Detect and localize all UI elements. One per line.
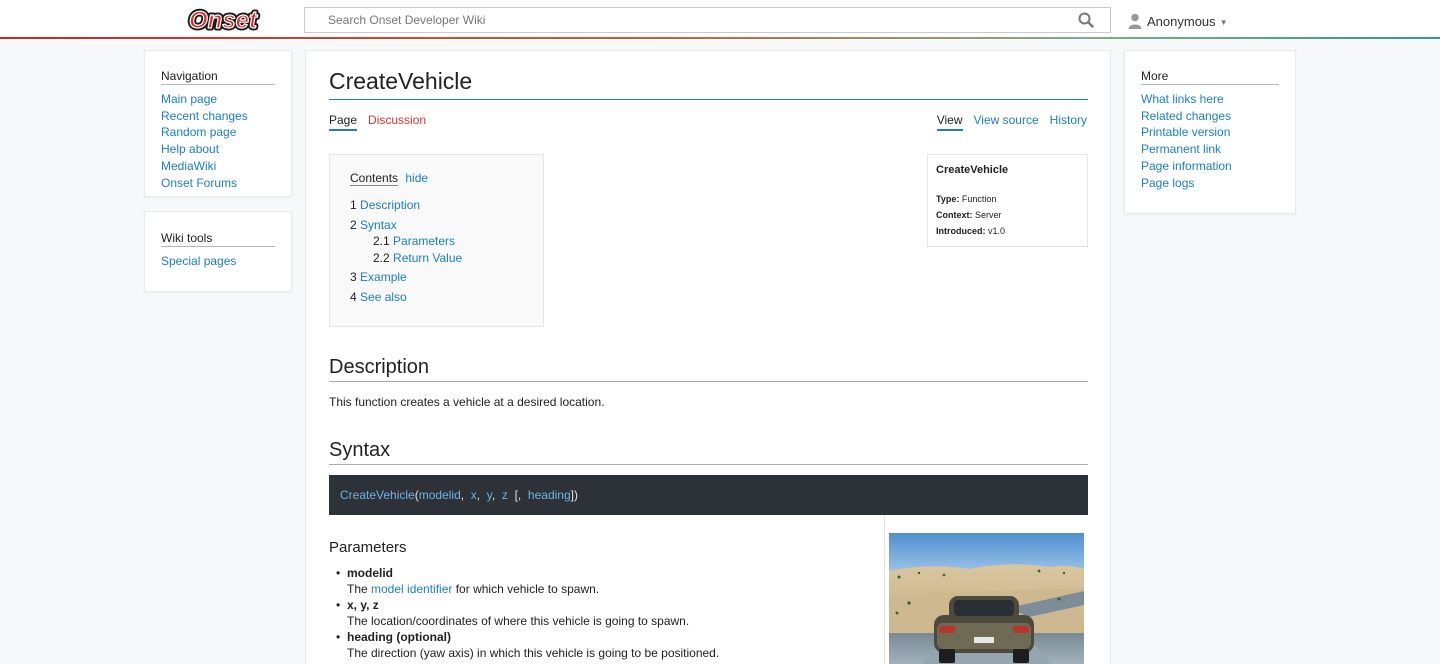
infobox-value: Function — [961, 194, 997, 204]
toc-item[interactable]: 2.1 Parameters — [350, 233, 523, 250]
view-tabs: View View source History — [936, 113, 1087, 131]
user-label: Anonymous — [1147, 13, 1216, 29]
search-input[interactable] — [305, 8, 1065, 32]
tab-history[interactable]: History — [1050, 113, 1087, 131]
nav-link-help[interactable]: Help about MediaWiki — [161, 142, 219, 173]
param-name: modelid — [347, 566, 394, 580]
toc-number: 2.2 — [373, 250, 390, 265]
syntax-heading: Syntax — [329, 439, 1088, 465]
syntax-code-block: CreateVehicle(modelid, x, y, z [, headin… — [329, 475, 1088, 515]
top-header: Onset Onset Anonymous ▼ — [0, 0, 1440, 40]
navigation-panel: Navigation Main page Recent changes Rand… — [144, 50, 292, 197]
infobox-key: Introduced: — [936, 226, 986, 236]
toc-number: 3 — [350, 270, 357, 284]
infobox-row: Type: Function — [936, 191, 1079, 207]
nav-link-random-page[interactable]: Random page — [161, 125, 236, 139]
toc-link-example[interactable]: Example — [360, 270, 407, 284]
code-optional-open: [, — [514, 488, 522, 502]
description-heading: Description — [329, 356, 1088, 382]
wiki-tools-panel: Wiki tools Special pages — [144, 211, 292, 292]
param-name: x, y, z — [347, 598, 379, 612]
parameters-heading: Parameters — [329, 539, 407, 556]
more-link-related-changes[interactable]: Related changes — [1141, 109, 1231, 123]
page-title: CreateVehicle — [329, 68, 1088, 100]
wiki-tools-title: Wiki tools — [161, 231, 275, 247]
toc-item[interactable]: 4 See also — [350, 289, 523, 306]
code-arg: z — [501, 488, 508, 502]
more-title: More — [1141, 69, 1279, 85]
toc-link-return-value[interactable]: Return Value — [393, 251, 462, 265]
chevron-down-icon: ▼ — [1219, 18, 1228, 27]
more-link-page-logs[interactable]: Page logs — [1141, 176, 1194, 190]
toc-item[interactable]: 3 Example — [350, 269, 523, 286]
column-divider — [884, 515, 885, 664]
code-arg: heading — [527, 488, 571, 502]
infobox-key: Context: — [936, 210, 973, 220]
infobox-row: Context: Server — [936, 207, 1079, 223]
nav-link-recent-changes[interactable]: Recent changes — [161, 109, 248, 123]
user-menu[interactable]: Anonymous ▼ — [1128, 11, 1228, 31]
param-description: The location/coordinates of where this v… — [347, 614, 690, 628]
tab-discussion[interactable]: Discussion — [368, 113, 426, 131]
tab-view-source[interactable]: View source — [974, 113, 1039, 131]
toc-link-parameters[interactable]: Parameters — [393, 234, 455, 248]
parameters-list: modelid The model identifier for which v… — [329, 565, 869, 661]
more-link-permanent-link[interactable]: Permanent link — [1141, 142, 1221, 156]
search-icon[interactable] — [1078, 12, 1094, 28]
tab-view[interactable]: View — [936, 113, 963, 131]
code-arg: modelid — [418, 488, 461, 502]
more-link-page-information[interactable]: Page information — [1141, 159, 1232, 173]
param-description: The model identifier for which vehicle t… — [347, 582, 600, 596]
tool-link-special-pages[interactable]: Special pages — [161, 254, 236, 268]
nav-link-main-page[interactable]: Main page — [161, 92, 217, 106]
toc-title: Contents — [350, 171, 399, 186]
param-name: heading (optional) — [347, 630, 451, 644]
list-item: heading (optional) The direction (yaw ax… — [329, 629, 869, 661]
infobox-key: Type: — [936, 194, 960, 204]
search-box[interactable] — [304, 7, 1111, 33]
toc-number: 2 — [350, 217, 357, 232]
toc-link-syntax[interactable]: Syntax — [360, 218, 397, 232]
tab-page[interactable]: Page — [329, 113, 358, 131]
infobox-value: v1.0 — [988, 226, 1006, 236]
toc-link-description[interactable]: Description — [360, 198, 420, 212]
list-item: x, y, z The location/coordinates of wher… — [329, 597, 869, 629]
infobox-row: Introduced: v1.0 — [936, 223, 1079, 239]
list-item: modelid The model identifier for which v… — [329, 565, 869, 597]
onset-logo[interactable]: Onset Onset — [184, 5, 262, 37]
toc-item[interactable]: 2.2 Return Value — [350, 250, 523, 267]
infobox-value: Server — [975, 210, 1002, 220]
toc-number: 1 — [350, 198, 357, 212]
user-icon — [1128, 13, 1142, 29]
toc-hide-link[interactable]: hide — [405, 171, 428, 185]
toc-link-see-also[interactable]: See also — [360, 290, 407, 304]
function-infobox: CreateVehicle Type: Function Context: Se… — [927, 154, 1088, 247]
page-tabs: Page Discussion — [329, 113, 426, 131]
toc-number: 2.1 — [373, 234, 390, 248]
nav-link-forums[interactable]: Onset Forums — [161, 176, 237, 190]
description-text: This function creates a vehicle at a des… — [329, 395, 605, 409]
more-panel: More What links here Related changes Pri… — [1124, 50, 1296, 214]
navigation-title: Navigation — [161, 69, 275, 85]
header-stripe — [0, 37, 1440, 39]
model-identifier-link[interactable]: model identifier — [371, 582, 452, 596]
toc-number: 4 — [350, 289, 357, 304]
vehicle-screenshot-image[interactable] — [889, 533, 1084, 664]
more-link-what-links-here[interactable]: What links here — [1141, 92, 1224, 106]
table-of-contents: Contents hide 1 Description 2 Syntax 2.1… — [329, 154, 544, 327]
toc-item[interactable]: 1 Description — [350, 197, 523, 214]
main-content: CreateVehicle Page Discussion View View … — [305, 50, 1111, 664]
param-description: The direction (yaw axis) in which this v… — [347, 646, 720, 660]
svg-text:Onset: Onset — [189, 7, 258, 34]
code-function-name: CreateVehicle — [340, 488, 415, 502]
code-close: ]) — [570, 488, 578, 502]
more-link-printable-version[interactable]: Printable version — [1141, 125, 1230, 139]
toc-item[interactable]: 2 Syntax — [350, 217, 523, 234]
infobox-title: CreateVehicle — [936, 164, 1009, 176]
